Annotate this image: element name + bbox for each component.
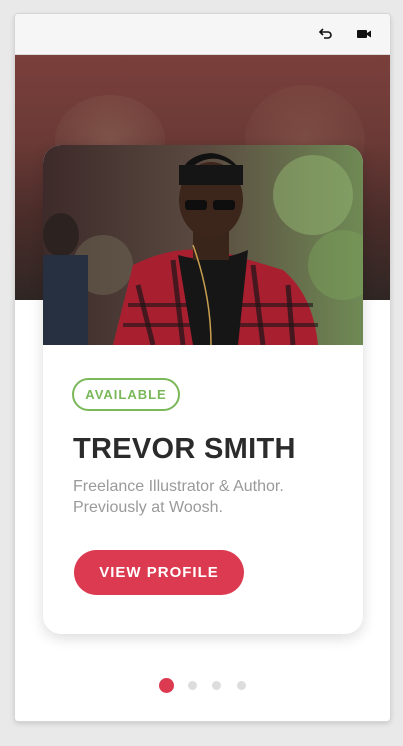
- video-camera-icon[interactable]: [356, 26, 372, 42]
- status-badge: AVAILABLE: [72, 378, 180, 411]
- profile-photo: [43, 145, 363, 345]
- view-profile-button[interactable]: VIEW PROFILE: [74, 550, 244, 595]
- pagination-dot-4[interactable]: [237, 681, 246, 690]
- pagination-dot-3[interactable]: [212, 681, 221, 690]
- profile-card: AVAILABLE TREVOR SMITH Freelance Illustr…: [43, 145, 363, 634]
- pagination-dot-2[interactable]: [188, 681, 197, 690]
- profile-name: TREVOR SMITH: [73, 433, 296, 465]
- undo-arrow-icon[interactable]: [318, 26, 334, 42]
- phone-frame: AVAILABLE TREVOR SMITH Freelance Illustr…: [15, 14, 390, 721]
- pagination-dots: [15, 677, 390, 693]
- pagination-dot-1[interactable]: [159, 678, 174, 693]
- top-toolbar: [15, 14, 390, 55]
- profile-bio: Freelance Illustrator & Author. Previous…: [73, 478, 284, 516]
